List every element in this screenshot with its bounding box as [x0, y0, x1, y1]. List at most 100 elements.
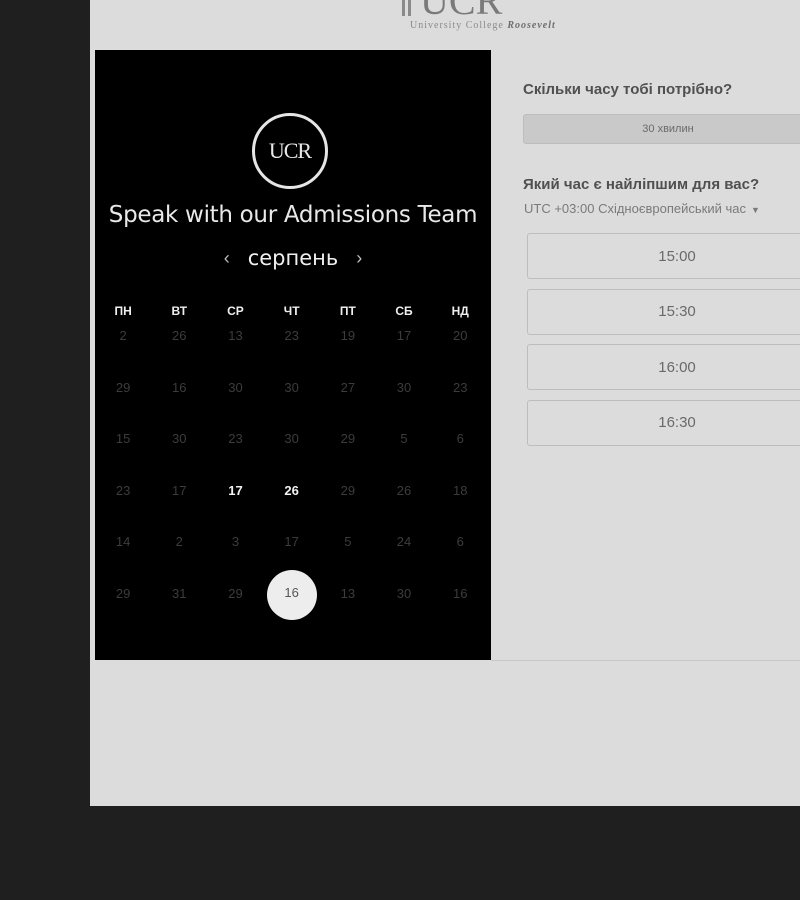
calendar-day: 30 — [151, 429, 207, 481]
calendar-day-number: 2 — [175, 534, 183, 550]
calendar-week-row: 15 30 23 30 29 5 6 — [95, 429, 491, 481]
calendar-day-number: 23 — [228, 431, 243, 447]
weekday-header-row: ПН ВТ СР ЧТ ПТ СБ НД — [95, 296, 491, 326]
calendar-day-selected[interactable]: 16 — [264, 569, 320, 636]
calendar-day-number: 20 — [452, 328, 468, 343]
calendar-day: 24 — [376, 532, 432, 584]
calendar-day-number: 16 — [452, 585, 468, 601]
calendar-day-number: 29 — [228, 585, 243, 601]
calendar-day: 6 — [432, 532, 488, 584]
weekday-label: ПН — [114, 304, 132, 318]
calendar-day: 2 — [151, 532, 207, 584]
timezone-selector[interactable]: UTC +03:00 Східноєвропейський час ▼ — [524, 201, 760, 216]
time-slot-label: 16:00 — [658, 358, 696, 376]
calendar-day-number: 30 — [396, 585, 412, 601]
calendar-day-number: 6 — [456, 534, 464, 550]
calendar-weeks: 2 26 13 23 19 17 20 29 16 30 30 27 30 23 15 30 23 30 29 5 6 2… — [95, 326, 491, 636]
ucr-logo: UCR University College Roosevelt — [400, 0, 590, 40]
weekday-label: ЧТ — [283, 304, 300, 318]
calendar-day-number: 15 — [115, 431, 131, 447]
duration-option-button[interactable]: 30 хвилин — [523, 114, 800, 144]
calendar-day: 30 — [264, 429, 320, 481]
weekday-label: ВТ — [171, 304, 188, 318]
calendar-day: 6 — [432, 429, 488, 481]
calendar-day-number: 13 — [340, 585, 356, 601]
calendar-day: 31 — [151, 584, 207, 636]
calendar-day-number: 2 — [119, 328, 127, 343]
calendar-day-number: 29 — [340, 482, 356, 498]
calendar-day-number: 30 — [172, 431, 187, 447]
calendar-day-number: 26 — [172, 328, 187, 343]
calendar-day-number: 17 — [228, 482, 243, 498]
calendar-day: 29 — [95, 584, 151, 636]
calendar-day-number: 26 — [284, 482, 299, 498]
calendar-day-number: 29 — [115, 585, 131, 601]
calendar-day-number: 29 — [115, 379, 131, 395]
calendar-day: 29 — [320, 481, 376, 533]
calendar-week-row: 29 16 30 30 27 30 23 — [95, 378, 491, 430]
ucr-badge-logo: UCR — [252, 113, 328, 189]
time-question: Який час є найліпшим для вас? — [523, 176, 760, 193]
time-slot-button[interactable]: 16:30 — [527, 399, 800, 446]
month-navigation: ‹ серпень › — [95, 246, 491, 270]
calendar-day-number: 30 — [284, 431, 299, 447]
duration-question: Скільки часу тобі потрібно? — [523, 81, 733, 98]
calendar-day: 2 — [95, 326, 151, 378]
booking-options-panel: Скільки часу тобі потрібно? 30 хвилин Як… — [491, 50, 800, 661]
time-slot-button[interactable]: 15:00 — [527, 233, 800, 279]
calendar-day-number: 30 — [228, 379, 243, 395]
calendar-day-number: 19 — [340, 328, 356, 343]
calendar-day-number: 31 — [172, 585, 187, 601]
calendar-day-number: 6 — [456, 431, 464, 447]
calendar-day: 18 — [432, 481, 488, 533]
calendar-day-number: 24 — [396, 534, 412, 550]
calendar-day-number: 5 — [400, 431, 408, 447]
calendar-day-number: 5 — [344, 534, 352, 550]
calendar-day: 13 — [207, 326, 263, 378]
calendar-day: 23 — [95, 481, 151, 533]
timezone-label: UTC +03:00 Східноєвропейський час — [524, 201, 746, 216]
weekday-label: ПТ — [339, 304, 356, 318]
calendar-day: 20 — [432, 326, 488, 378]
calendar-day: 30 — [264, 378, 320, 430]
calendar-day: 26 — [151, 326, 207, 378]
calendar-panel: UCR Speak with our Admissions Team ‹ сер… — [95, 50, 491, 660]
calendar-day-number: 23 — [284, 328, 299, 343]
calendar-day: 23 — [264, 326, 320, 378]
time-slot-button[interactable]: 15:30 — [527, 288, 800, 335]
calendar-day: 14 — [95, 532, 151, 584]
logo-subtitle-emph: Roosevelt — [507, 20, 556, 31]
calendar-day-number: 30 — [284, 379, 299, 395]
calendar-week-row: 23 17 17 26 29 26 18 — [95, 481, 491, 533]
chevron-right-icon[interactable]: › — [352, 248, 366, 269]
calendar-day: 5 — [376, 429, 432, 481]
calendar-day-available[interactable]: 17 — [207, 481, 263, 533]
time-slot-label: 15:30 — [658, 303, 696, 320]
chevron-left-icon[interactable]: ‹ — [220, 248, 234, 269]
calendar-day-available[interactable]: 26 — [264, 481, 320, 533]
calendar-day: 29 — [95, 378, 151, 430]
calendar-day-number: 16 — [172, 379, 187, 395]
calendar-week-row: 2 26 13 23 19 17 20 — [95, 326, 491, 378]
calendar-day-number: 30 — [396, 379, 412, 395]
calendar-day: 30 — [376, 378, 432, 430]
calendar-day-number: 23 — [452, 379, 468, 395]
calendar-day-number: 3 — [231, 534, 240, 550]
weekday-label: СР — [227, 304, 244, 318]
calendar-day-number: 17 — [284, 534, 299, 550]
calendar-day-number: 29 — [340, 431, 356, 447]
calendar-title: Speak with our Admissions Team — [108, 202, 478, 228]
calendar-day-number: 13 — [228, 328, 243, 343]
calendar-day: 23 — [432, 378, 488, 430]
calendar-day: 17 — [376, 326, 432, 378]
calendar-day-number: 27 — [340, 379, 356, 395]
calendar-day: 30 — [376, 584, 432, 636]
logo-subtitle-prefix: University College — [410, 20, 504, 31]
calendar-day: 5 — [320, 532, 376, 584]
calendar-day: 29 — [320, 429, 376, 481]
caret-down-icon: ▼ — [750, 205, 760, 215]
calendar-day: 29 — [207, 584, 263, 636]
calendar-day-number: 17 — [396, 328, 412, 343]
time-slot-button[interactable]: 16:00 — [527, 344, 800, 390]
weekday-label: НД — [451, 304, 469, 318]
